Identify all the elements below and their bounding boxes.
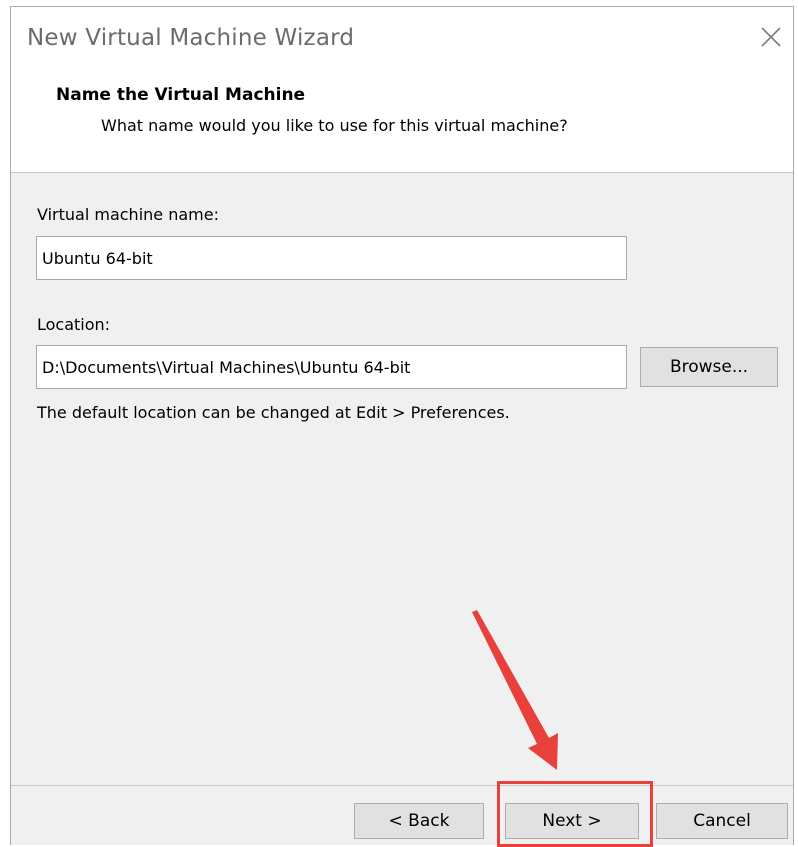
vm-name-input[interactable] [36,236,627,280]
wizard-header: Name the Virtual Machine What name would… [11,69,793,173]
location-hint: The default location can be changed at E… [37,403,510,422]
footer-divider [11,785,793,786]
next-button[interactable]: Next > [505,803,639,839]
location-label: Location: [37,315,111,334]
vm-name-label: Virtual machine name: [37,205,219,224]
window-title: New Virtual Machine Wizard [27,25,355,51]
page-subtitle: What name would you like to use for this… [101,116,568,135]
close-button[interactable] [757,23,785,51]
back-button[interactable]: < Back [354,803,484,839]
cancel-button[interactable]: Cancel [656,803,788,839]
page-title: Name the Virtual Machine [56,85,306,105]
wizard-window: New Virtual Machine Wizard Name the Virt… [10,6,794,847]
location-input[interactable] [36,345,627,389]
title-bar: New Virtual Machine Wizard [11,7,793,69]
close-icon [761,27,781,47]
browse-button[interactable]: Browse... [640,347,778,387]
